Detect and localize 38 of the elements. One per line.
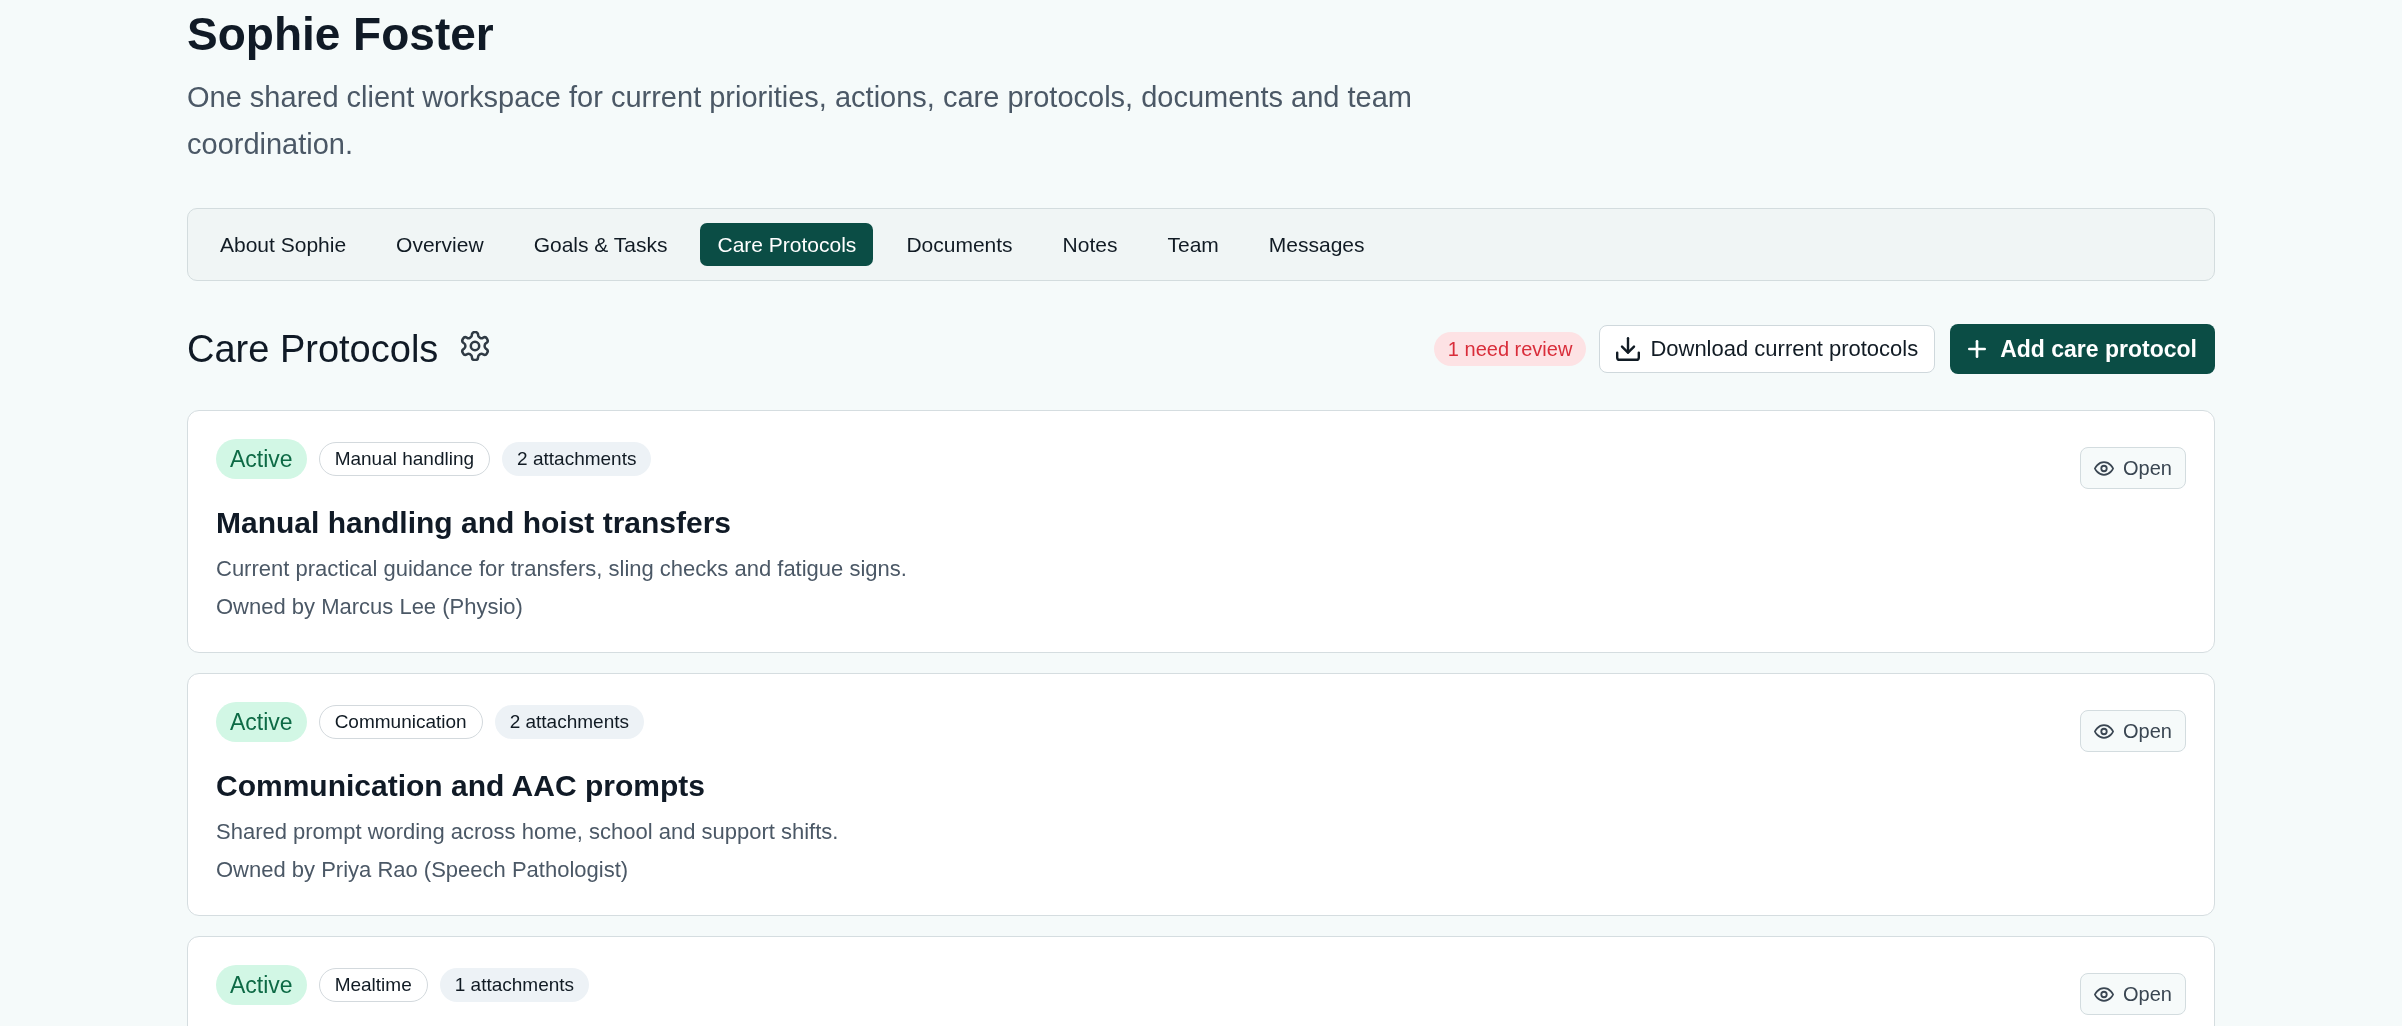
attachments-badge: 1 attachments <box>439 968 590 1002</box>
tab[interactable]: Messages <box>1251 223 1382 266</box>
eye-icon <box>2094 460 2115 476</box>
attachments-badge: 2 attachments <box>502 442 652 476</box>
client-name: Sophie Foster <box>187 7 495 62</box>
protocol-description: Current practical guidance for transfers, sling checks and fatigue signs. <box>216 555 907 583</box>
section-title: Care Protocols <box>187 327 439 371</box>
protocol-description: Shared prompt wording across home, school and support shifts. <box>216 818 839 846</box>
open-button[interactable]: Open <box>2080 973 2186 1015</box>
eye-icon <box>2094 986 2115 1002</box>
protocol-title: Communication and AAC prompts <box>216 768 705 804</box>
tab[interactable]: Documents <box>889 223 1030 266</box>
tab[interactable]: About Sophie <box>203 223 364 266</box>
tab[interactable]: Overview <box>379 223 501 266</box>
client-subtitle: One shared client workspace for current priorities, actions, care protocols, documents and team coordination. <box>187 80 1414 162</box>
category-tag: Manual handling <box>318 442 491 476</box>
eye-icon <box>2094 723 2115 739</box>
add-protocol-button[interactable]: Add care protocol <box>1950 324 2215 374</box>
protocol-owner: Owned by Marcus Lee (Physio) <box>216 593 523 621</box>
protocol-owner: Owned by Priya Rao (Speech Pathologist) <box>216 856 629 884</box>
status-badge: Active <box>216 965 307 1005</box>
settings-icon[interactable] <box>460 331 491 361</box>
tab[interactable]: Care Protocols <box>700 223 874 266</box>
tab[interactable]: Goals & Tasks <box>516 223 685 266</box>
open-button[interactable]: Open <box>2080 447 2186 489</box>
category-tag: Communication <box>318 705 483 739</box>
review-badge: 1 need review <box>1433 332 1587 366</box>
status-badge: Active <box>216 702 307 742</box>
protocol-title: Manual handling and hoist transfers <box>216 505 732 541</box>
open-button[interactable]: Open <box>2080 710 2186 752</box>
plus-icon <box>1968 340 1987 358</box>
download-button[interactable]: Download current protocols <box>1599 325 1936 373</box>
attachments-badge: 2 attachments <box>494 705 644 739</box>
category-tag: Mealtime <box>318 968 428 1002</box>
tab[interactable]: Notes <box>1045 223 1135 266</box>
download-icon <box>1616 337 1641 361</box>
tab[interactable]: Team <box>1150 223 1236 266</box>
status-badge: Active <box>216 439 307 479</box>
